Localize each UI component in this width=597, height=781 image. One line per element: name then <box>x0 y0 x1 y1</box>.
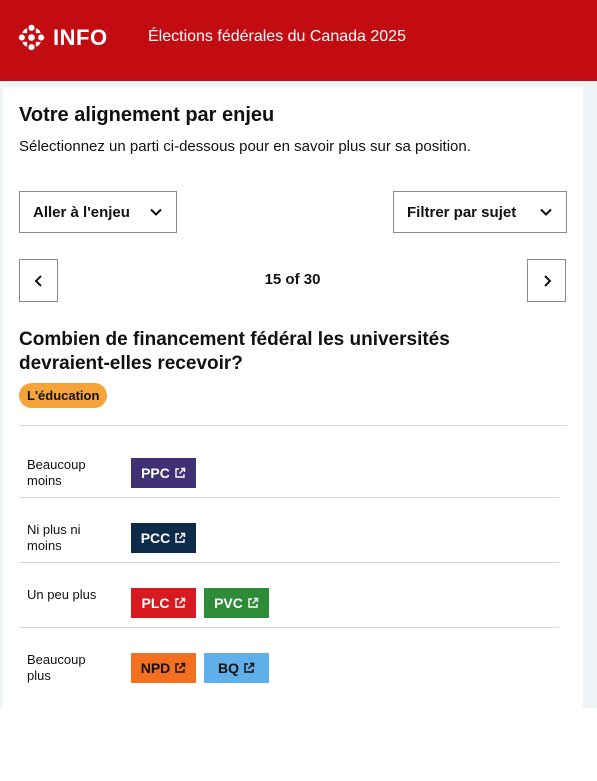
party-name: PVC <box>214 595 243 611</box>
party-name: NPD <box>140 660 171 676</box>
party-name: PPC <box>141 465 170 481</box>
chevron-down-icon <box>149 205 163 219</box>
divider <box>19 425 567 426</box>
party-link-pcc[interactable]: PCC <box>131 523 196 553</box>
answer-label: Beaucoup plus <box>27 652 86 683</box>
external-link-icon <box>244 662 255 673</box>
chevron-right-icon <box>543 274 551 287</box>
answer-row: Beaucoup plus NPD BQ <box>19 628 559 693</box>
cbc-info-logo[interactable]: INFO <box>18 24 108 51</box>
next-question-button[interactable] <box>527 259 566 302</box>
party-badges: PCC <box>131 523 196 553</box>
party-link-npd[interactable]: NPD <box>131 653 196 683</box>
party-link-plc[interactable]: PLC <box>131 588 196 618</box>
answer-row: Un peu plus PLC PVC <box>19 563 559 628</box>
page-background-right <box>583 81 597 708</box>
party-link-bq[interactable]: BQ <box>204 653 269 683</box>
chevron-down-icon <box>539 205 553 219</box>
chevron-left-icon <box>34 274 42 287</box>
answer-row: Beaucoup moins PPC <box>19 433 559 498</box>
answer-label: Un peu plus <box>27 587 97 602</box>
section-subheading: Sélectionnez un parti ci-dessous pour en… <box>19 138 471 155</box>
logo-text: INFO <box>53 24 108 50</box>
question-text: Combien de financement fédéral les unive… <box>19 329 450 374</box>
answer-row: Ni plus ni moins PCC <box>19 498 559 563</box>
filter-topic-label: Filtrer par sujet <box>407 203 517 221</box>
party-name: PCC <box>140 530 171 546</box>
question-pager: 15 of 30 <box>264 271 321 288</box>
top-bar: INFO Élections fédérales du Canada 2025 <box>0 0 597 81</box>
filter-topic-dropdown[interactable]: Filtrer par sujet <box>393 191 567 233</box>
cbc-gem-icon <box>18 24 45 51</box>
party-link-ppc[interactable]: PPC <box>131 458 196 488</box>
answer-label: Beaucoup moins <box>27 457 86 488</box>
external-link-icon <box>248 597 259 608</box>
party-name: PLC <box>141 595 170 611</box>
external-link-icon <box>174 597 185 608</box>
party-badges: PPC <box>131 458 196 488</box>
party-link-pvc[interactable]: PVC <box>204 588 269 618</box>
external-link-icon <box>175 662 186 673</box>
party-badges: PLC PVC <box>131 588 269 618</box>
previous-question-button[interactable] <box>19 259 58 302</box>
party-name: BQ <box>218 660 239 676</box>
section-heading: Votre alignement par enjeu <box>19 104 275 126</box>
goto-issue-label: Aller à l'enjeu <box>33 203 130 221</box>
election-title: Élections fédérales du Canada 2025 <box>148 28 406 45</box>
goto-issue-dropdown[interactable]: Aller à l'enjeu <box>19 191 177 233</box>
external-link-icon <box>175 467 186 478</box>
topic-tag: L'éducation <box>19 383 108 408</box>
party-badges: NPD BQ <box>131 653 269 683</box>
answer-label: Ni plus ni moins <box>27 522 81 553</box>
external-link-icon <box>175 532 186 543</box>
